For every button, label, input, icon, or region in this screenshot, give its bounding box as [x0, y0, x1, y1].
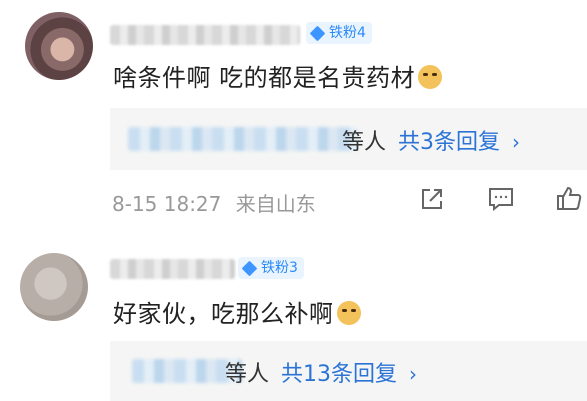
comment-source: 来自山东: [235, 192, 316, 216]
username[interactable]: [110, 259, 235, 279]
reply-count-link[interactable]: 共13条回复: [281, 362, 397, 387]
reply-people-label: 等人: [342, 130, 387, 155]
reply-summary[interactable]: 等人 共3条回复 ›: [110, 108, 587, 170]
badge-label: 铁粉3: [261, 260, 298, 276]
like-icon[interactable]: [555, 183, 585, 213]
comment-text-content: 啥条件啊 吃的都是名贵药材: [113, 64, 416, 92]
diamond-icon: [309, 25, 326, 41]
chevron-right-icon: ›: [409, 362, 418, 386]
reply-user-names: [128, 127, 358, 151]
comment-item: 铁粉4 啥条件啊 吃的都是名贵药材 等人 共3条回复 › 8-15 18:27 来自…: [0, 0, 587, 225]
reply-summary-text: 等人 共3条回复 ›: [342, 124, 520, 156]
comment-meta: 8-15 18:27 来自山东: [112, 188, 316, 217]
share-icon[interactable]: [417, 184, 447, 214]
comment-time: 8-15 18:27: [112, 192, 222, 216]
username[interactable]: [110, 25, 300, 45]
comment-text-content: 好家伙，吃那么补啊: [113, 300, 334, 328]
diamond-icon: [241, 260, 258, 276]
avatar[interactable]: [20, 253, 88, 321]
comment-icon[interactable]: [486, 184, 516, 214]
comment-item: 铁粉3 好家伙，吃那么补啊 等人 共13条回复 ›: [0, 235, 587, 401]
reply-summary[interactable]: 等人 共13条回复 ›: [110, 341, 587, 401]
comment-text: 啥条件啊 吃的都是名贵药材: [113, 58, 443, 93]
doge-emoji: [336, 301, 361, 325]
badge-label: 铁粉4: [329, 25, 366, 41]
avatar[interactable]: [25, 12, 93, 80]
doge-emoji: [418, 65, 443, 89]
fan-badge: 铁粉4: [306, 22, 372, 44]
reply-people-label: 等人: [225, 362, 270, 387]
fan-badge: 铁粉3: [238, 257, 304, 279]
reply-summary-text: 等人 共13条回复 ›: [225, 356, 417, 388]
chevron-right-icon: ›: [512, 130, 521, 154]
comment-text: 好家伙，吃那么补啊: [113, 294, 361, 329]
reply-count-link[interactable]: 共3条回复: [398, 130, 500, 155]
